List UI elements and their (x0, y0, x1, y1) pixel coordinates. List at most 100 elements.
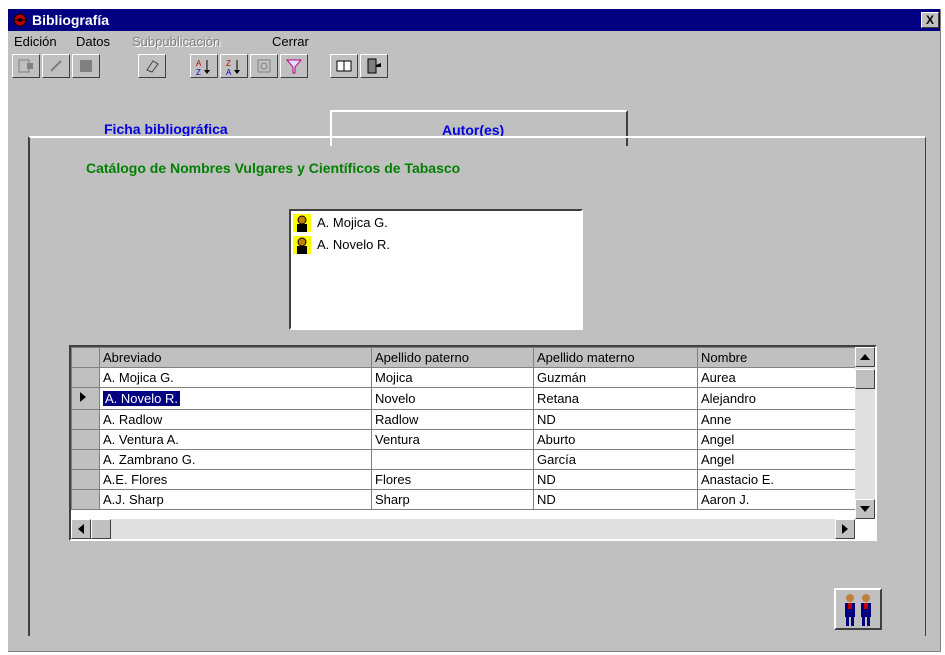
cell-abreviado[interactable]: A.E. Flores (99, 469, 372, 490)
arrow-right-icon (842, 524, 848, 534)
row-indicator[interactable] (71, 387, 100, 410)
vertical-scroll-thumb[interactable] (855, 369, 875, 389)
cell-apellido-paterno[interactable]: Mojica (371, 367, 534, 388)
book-icon (336, 60, 352, 72)
cell-abreviado[interactable]: A. Radlow (99, 409, 372, 430)
toolbar: AZ ZA (8, 51, 940, 83)
window-title: Bibliografía (32, 12, 110, 28)
edit-button[interactable] (42, 54, 70, 78)
row-indicator[interactable] (71, 429, 100, 450)
cell-apellido-materno[interactable]: García (533, 449, 698, 470)
svg-text:A: A (226, 68, 232, 76)
close-button[interactable]: X (921, 12, 939, 28)
column-header-nombre[interactable]: Nombre (697, 347, 858, 368)
menu-cerrar[interactable]: Cerrar (272, 34, 309, 49)
table-row[interactable]: A.J. Sharp Sharp ND Aaron J. (71, 489, 858, 510)
cell-apellido-paterno[interactable]: Radlow (371, 409, 534, 430)
column-header-abreviado[interactable]: Abreviado (99, 347, 372, 368)
authors-table: Abreviado Apellido paterno Apellido mate… (71, 347, 858, 510)
cell-abreviado[interactable]: A. Zambrano G. (99, 449, 372, 470)
cell-nombre[interactable]: Anne (697, 409, 858, 430)
row-indicator-header (71, 347, 100, 368)
cell-apellido-paterno[interactable] (371, 449, 534, 470)
cell-apellido-materno[interactable]: Guzmán (533, 367, 698, 388)
table-row[interactable]: A.E. Flores Flores ND Anastacio E. (71, 469, 858, 490)
sort-ascending-icon: AZ (196, 59, 210, 76)
column-header-apellido-materno[interactable]: Apellido materno (533, 347, 698, 368)
author-list[interactable]: A. Mojica G. A. Novelo R. (289, 209, 583, 330)
row-indicator[interactable] (71, 409, 100, 430)
menu-subpublicacion[interactable]: Subpublicación (132, 34, 220, 49)
exit-button[interactable] (360, 54, 388, 78)
cell-nombre[interactable]: Aaron J. (697, 489, 858, 510)
cell-apellido-paterno[interactable]: Ventura (371, 429, 534, 450)
table-row[interactable]: A. Mojica G. Mojica Guzmán Aurea (71, 367, 858, 388)
row-indicator[interactable] (71, 449, 100, 470)
authors-grid[interactable]: Abreviado Apellido paterno Apellido mate… (69, 345, 877, 541)
scroll-right-button[interactable] (835, 519, 855, 539)
cell-nombre[interactable]: Alejandro (697, 387, 858, 410)
cell-abreviado[interactable]: A. Novelo R. (99, 387, 372, 410)
book-button[interactable] (330, 54, 358, 78)
cell-apellido-materno[interactable]: ND (533, 409, 698, 430)
sort-descending-button[interactable]: ZA (220, 54, 248, 78)
cell-apellido-materno[interactable]: ND (533, 469, 698, 490)
stop-button[interactable] (72, 54, 100, 78)
bug-app-icon (13, 13, 27, 27)
menu-edicion[interactable]: Edición (14, 34, 57, 49)
person-icon (293, 214, 311, 232)
cell-abreviado[interactable]: A. Mojica G. (99, 367, 372, 388)
scroll-down-button[interactable] (855, 499, 875, 519)
stop-icon (80, 60, 92, 72)
cell-apellido-materno[interactable]: Retana (533, 387, 698, 410)
refresh-button[interactable] (250, 54, 278, 78)
eraser-icon (146, 60, 159, 73)
current-row-arrow-icon (80, 392, 86, 402)
cell-apellido-paterno[interactable]: Sharp (371, 489, 534, 510)
cell-apellido-paterno[interactable]: Flores (371, 469, 534, 490)
column-header-apellido-paterno[interactable]: Apellido paterno (371, 347, 534, 368)
row-indicator[interactable] (71, 367, 100, 388)
authors-people-button[interactable] (834, 588, 882, 630)
table-row[interactable]: A. Ventura A. Ventura Aburto Angel (71, 429, 858, 450)
sort-ascending-button[interactable]: AZ (190, 54, 218, 78)
selected-cell-text: A. Novelo R. (103, 391, 180, 406)
scroll-up-button[interactable] (855, 347, 875, 367)
refresh-icon (257, 59, 271, 73)
cell-nombre[interactable]: Angel (697, 449, 858, 470)
exit-icon (367, 58, 381, 74)
svg-text:A: A (196, 59, 202, 68)
table-row[interactable]: A. Novelo R. Novelo Retana Alejandro (71, 387, 858, 410)
row-indicator[interactable] (71, 469, 100, 490)
catalog-title: Catálogo de Nombres Vulgares y Científic… (86, 160, 461, 176)
horizontal-scroll-thumb[interactable] (91, 519, 111, 539)
menu-bar: Edición Datos Subpublicación Cerrar (8, 31, 940, 51)
edit-icon (50, 60, 62, 72)
cell-nombre[interactable]: Angel (697, 429, 858, 450)
filter-icon (286, 59, 302, 74)
title-bar[interactable]: Bibliografía X (8, 9, 940, 31)
arrow-down-icon (860, 506, 870, 512)
person-icon (293, 236, 311, 254)
cell-abreviado[interactable]: A.J. Sharp (99, 489, 372, 510)
cell-nombre[interactable]: Anastacio E. (697, 469, 858, 490)
cell-nombre[interactable]: Aurea (697, 367, 858, 388)
cell-apellido-materno[interactable]: Aburto (533, 429, 698, 450)
table-row[interactable]: A. Zambrano G. García Angel (71, 449, 858, 470)
cell-abreviado[interactable]: A. Ventura A. (99, 429, 372, 450)
menu-datos[interactable]: Datos (76, 34, 110, 49)
vertical-scrollbar[interactable] (855, 347, 875, 519)
table-row[interactable]: A. Radlow Radlow ND Anne (71, 409, 858, 430)
filter-button[interactable] (280, 54, 308, 78)
table-header-row: Abreviado Apellido paterno Apellido mate… (71, 347, 858, 368)
horizontal-scrollbar[interactable] (71, 519, 855, 539)
tab-ficha-bibliografica[interactable]: Ficha bibliográfica (104, 121, 228, 137)
row-indicator[interactable] (71, 489, 100, 510)
scroll-left-button[interactable] (71, 519, 91, 539)
eraser-button[interactable] (138, 54, 166, 78)
author-name: A. Novelo R. (317, 237, 390, 252)
open-icon (18, 59, 33, 73)
open-button[interactable] (12, 54, 40, 78)
cell-apellido-paterno[interactable]: Novelo (371, 387, 534, 410)
cell-apellido-materno[interactable]: ND (533, 489, 698, 510)
